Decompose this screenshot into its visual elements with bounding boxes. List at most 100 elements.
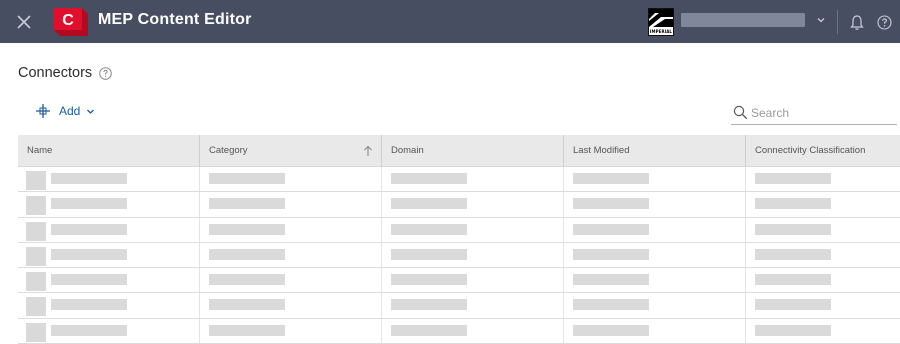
table-cell	[746, 218, 900, 242]
loading-placeholder	[755, 248, 831, 260]
table-row[interactable]	[18, 217, 900, 243]
account-selector[interactable]	[681, 13, 805, 27]
table-cell	[18, 293, 200, 318]
loading-placeholder	[391, 198, 467, 210]
table-cell	[200, 167, 382, 192]
table-row[interactable]	[18, 192, 900, 218]
loading-placeholder	[51, 223, 127, 235]
loading-placeholder	[755, 324, 831, 336]
chevron-down-icon[interactable]	[815, 14, 827, 26]
table-cell	[18, 167, 200, 192]
app-logo-icon: C	[54, 8, 88, 36]
add-button[interactable]: Add	[35, 102, 95, 120]
loading-placeholder	[573, 223, 649, 235]
loading-placeholder	[573, 274, 649, 286]
loading-placeholder	[573, 173, 649, 184]
loading-placeholder	[573, 198, 649, 210]
table-cell	[746, 243, 900, 267]
loading-placeholder	[209, 173, 285, 184]
table-cell	[746, 192, 900, 216]
loading-placeholder	[51, 248, 127, 260]
connector-thumbnail	[26, 196, 46, 216]
search-input[interactable]	[751, 105, 891, 120]
table-row[interactable]	[18, 242, 900, 269]
column-header-name[interactable]: Name	[18, 135, 200, 167]
table-cell	[18, 268, 200, 293]
column-header-connectivity-classification[interactable]: Connectivity Classification	[746, 135, 900, 167]
loading-placeholder	[391, 324, 467, 336]
page-title: Connectors	[18, 65, 93, 81]
add-connector-icon	[36, 104, 50, 118]
connector-thumbnail	[26, 322, 46, 342]
svg-text:C: C	[62, 12, 74, 29]
table-cell	[746, 268, 900, 292]
connector-thumbnail	[26, 297, 46, 317]
table-cell	[200, 217, 382, 242]
column-header-category[interactable]: Category	[200, 135, 382, 167]
sort-ascending-icon	[364, 145, 372, 156]
loading-placeholder	[755, 198, 831, 210]
loading-placeholder	[573, 248, 649, 260]
account-logo: IMPERIAL	[648, 8, 674, 36]
table-row[interactable]	[18, 167, 900, 193]
table-cell	[564, 217, 746, 242]
close-icon	[17, 15, 31, 29]
table-cell	[18, 192, 200, 217]
table-cell	[200, 192, 382, 217]
table-cell	[18, 242, 200, 268]
close-button[interactable]	[14, 12, 34, 32]
loading-placeholder	[209, 223, 285, 235]
loading-placeholder	[573, 299, 649, 311]
loading-placeholder	[391, 274, 467, 286]
add-button-label: Add	[59, 104, 81, 118]
table-cell	[564, 268, 746, 293]
loading-placeholder	[391, 248, 467, 260]
loading-placeholder	[755, 274, 831, 286]
search-icon	[733, 105, 748, 120]
loading-placeholder	[391, 223, 467, 235]
connectors-table: Name Category Domain Last Modified Conne…	[18, 135, 900, 344]
table-cell	[382, 167, 564, 192]
table-cell	[382, 318, 564, 344]
loading-placeholder	[755, 173, 831, 184]
table-row[interactable]	[18, 268, 900, 294]
bell-icon[interactable]	[849, 14, 865, 31]
loading-placeholder	[51, 324, 127, 336]
table-cell	[382, 242, 564, 268]
table-header: Name Category Domain Last Modified Conne…	[18, 135, 900, 167]
table-cell	[746, 319, 900, 343]
loading-placeholder	[209, 248, 285, 260]
account-logo-text: IMPERIAL	[649, 29, 673, 34]
loading-placeholder	[51, 299, 127, 311]
table-cell	[746, 167, 900, 191]
column-header-domain[interactable]: Domain	[382, 135, 564, 167]
chevron-down-icon	[87, 109, 95, 114]
table-cell	[382, 192, 564, 217]
table-cell	[564, 192, 746, 217]
account-logo-mark	[649, 9, 673, 27]
table-cell	[382, 268, 564, 293]
table-cell	[18, 318, 200, 344]
loading-placeholder	[209, 324, 285, 336]
table-cell	[382, 293, 564, 318]
table-cell	[564, 242, 746, 268]
loading-placeholder	[755, 299, 831, 311]
table-row[interactable]	[18, 293, 900, 319]
search-field[interactable]	[731, 101, 897, 125]
table-cell	[18, 217, 200, 242]
table-cell	[746, 293, 900, 317]
loading-placeholder	[209, 274, 285, 286]
loading-placeholder	[573, 324, 649, 336]
help-icon[interactable]	[99, 67, 112, 80]
help-icon[interactable]	[877, 15, 892, 30]
table-row[interactable]	[18, 318, 900, 344]
table-body	[18, 167, 900, 344]
table-cell	[564, 293, 746, 318]
column-header-last-modified[interactable]: Last Modified	[564, 135, 746, 167]
loading-placeholder	[755, 223, 831, 235]
connector-thumbnail	[26, 221, 46, 241]
loading-placeholder	[209, 299, 285, 311]
table-cell	[200, 318, 382, 344]
table-cell	[382, 217, 564, 242]
connector-thumbnail	[26, 171, 46, 190]
